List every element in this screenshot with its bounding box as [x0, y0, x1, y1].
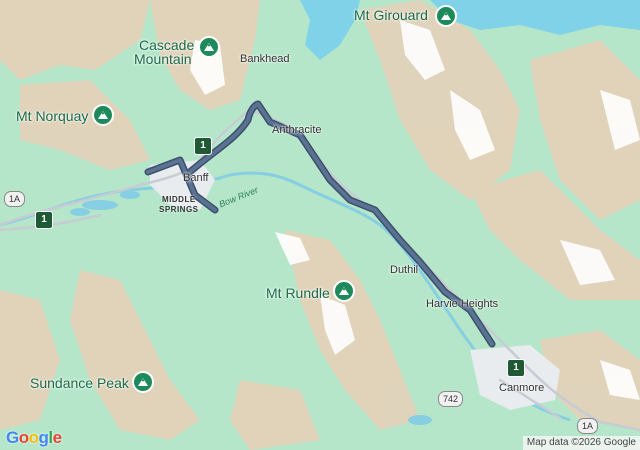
- mountain-glyph: [204, 43, 214, 51]
- map-canvas[interactable]: Mt Girouard Cascade Mountain Mt Norquay …: [0, 0, 640, 450]
- peak-label-cascade-mountain-line2[interactable]: Mountain: [134, 51, 192, 67]
- place-label-middle-springs-1[interactable]: MIDDLE: [162, 195, 196, 204]
- route-1a-badge: 1A: [577, 418, 599, 434]
- peak-label-mt-rundle[interactable]: Mt Rundle: [266, 285, 330, 301]
- peak-label-mt-girouard[interactable]: Mt Girouard: [354, 7, 428, 23]
- peak-label-mt-norquay[interactable]: Mt Norquay: [16, 108, 88, 124]
- google-logo: Google: [6, 428, 62, 448]
- route-1a-badge: 1A: [4, 191, 26, 207]
- logo-letter-g2: g: [38, 428, 49, 447]
- place-label-anthracite[interactable]: Anthracite: [272, 124, 322, 136]
- mountain-icon[interactable]: [132, 371, 154, 393]
- mountain-icon[interactable]: [198, 36, 220, 58]
- peak-label-sundance-peak[interactable]: Sundance Peak: [30, 375, 129, 391]
- map-attribution[interactable]: Map data ©2026 Google: [522, 436, 640, 450]
- place-label-duthil[interactable]: Duthil: [390, 264, 418, 276]
- place-label-bankhead[interactable]: Bankhead: [240, 53, 290, 65]
- highway-1-shield: 1: [35, 211, 53, 229]
- logo-letter-o1: o: [18, 428, 29, 447]
- logo-letter-o2: o: [28, 428, 39, 447]
- place-label-banff[interactable]: Banff: [183, 172, 209, 184]
- highway-1-shield: 1: [507, 359, 525, 377]
- place-label-middle-springs-2[interactable]: SPRINGS: [159, 205, 199, 214]
- mountain-icon[interactable]: [333, 280, 355, 302]
- mountain-glyph: [339, 287, 349, 295]
- mountain-glyph: [441, 12, 451, 20]
- mountain-icon[interactable]: [92, 104, 114, 126]
- place-label-harvie-heights[interactable]: Harvie Heights: [426, 298, 498, 310]
- route-742-badge: 742: [438, 391, 464, 407]
- highway-1-shield: 1: [194, 137, 212, 155]
- logo-letter-g: G: [6, 428, 19, 447]
- mountain-glyph: [98, 111, 108, 119]
- mountain-icon[interactable]: [435, 5, 457, 27]
- mountain-glyph: [138, 378, 148, 386]
- place-label-canmore[interactable]: Canmore: [499, 382, 544, 394]
- logo-letter-e: e: [52, 428, 62, 447]
